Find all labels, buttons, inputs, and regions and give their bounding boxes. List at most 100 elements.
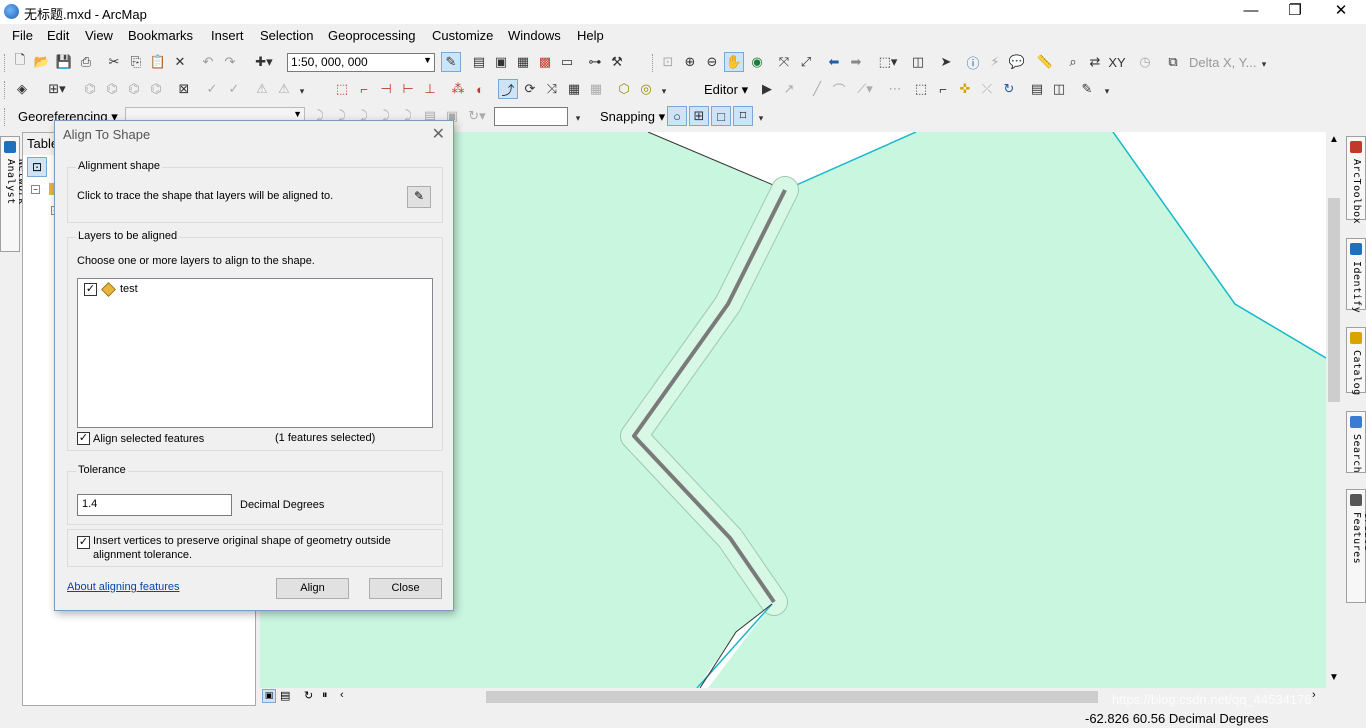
vertex-snapping-icon[interactable]: □ bbox=[711, 106, 731, 126]
new-document-icon[interactable]: 🗋 bbox=[10, 52, 30, 72]
editor-menu-button[interactable]: Editor ▾ bbox=[704, 82, 748, 98]
buffer-icon[interactable]: ◎ bbox=[636, 79, 656, 99]
edit-vertices-icon[interactable]: ⬚ bbox=[332, 79, 352, 99]
update-display-icon[interactable]: ↻▾ bbox=[464, 106, 490, 126]
extend-icon[interactable]: ⊢ bbox=[398, 79, 418, 99]
end-snapping-icon[interactable]: ⊞ bbox=[689, 106, 709, 126]
straight-segment-icon[interactable]: ╱ bbox=[807, 79, 827, 99]
delete-icon[interactable]: ✕ bbox=[170, 52, 190, 72]
python-window-icon[interactable]: ▭ bbox=[557, 52, 577, 72]
catalog-tab[interactable]: Catalog bbox=[1346, 327, 1366, 396]
dialog-close-icon[interactable]: ✕ bbox=[432, 124, 445, 144]
generalize-icon[interactable]: ⁂ bbox=[448, 79, 468, 99]
scroll-thumb[interactable] bbox=[486, 691, 1098, 703]
toolbar-overflow-icon[interactable]: ▾ bbox=[1101, 83, 1113, 99]
toolbar-grip[interactable] bbox=[4, 54, 7, 72]
topology-edit-icon[interactable]: ⌬ bbox=[102, 79, 122, 99]
paste-icon[interactable]: 📋 bbox=[148, 52, 168, 72]
trace-shape-button[interactable]: ✎ bbox=[407, 186, 431, 208]
split-line-icon[interactable]: ⊣ bbox=[376, 79, 396, 99]
modelbuilder-icon[interactable]: ⊶ bbox=[585, 52, 605, 72]
arctoolbox-icon[interactable]: ▩ bbox=[535, 52, 555, 72]
select-features-icon[interactable]: ⬚▾ bbox=[874, 52, 902, 72]
point-tool-icon[interactable]: ⋯ bbox=[885, 79, 905, 99]
align-to-shape-icon[interactable]: ⤴ bbox=[498, 79, 518, 99]
toolbar-grip[interactable] bbox=[652, 54, 655, 72]
scroll-down-icon[interactable]: ▼ bbox=[1329, 672, 1339, 683]
add-layer-icon[interactable]: ◈ bbox=[12, 79, 32, 99]
menu-edit[interactable]: Edit bbox=[47, 28, 69, 43]
pause-drawing-icon[interactable]: ⏸ bbox=[322, 689, 328, 702]
transform-icon[interactable]: ⤨ bbox=[542, 79, 562, 99]
toolbar-overflow-icon[interactable]: ▾ bbox=[658, 83, 670, 99]
network-analyst-tab[interactable]: Network Analyst bbox=[0, 136, 27, 252]
layout-view-icon[interactable]: ▤ bbox=[280, 689, 290, 702]
scroll-thumb[interactable] bbox=[1328, 198, 1340, 402]
expand-collapse-icon[interactable]: − bbox=[31, 185, 40, 194]
close-button[interactable]: Close bbox=[369, 578, 442, 599]
data-view-icon[interactable]: ▣ bbox=[262, 689, 276, 703]
create-features-tab[interactable]: Create Features bbox=[1346, 489, 1366, 603]
fixed-zoom-in-icon[interactable]: ⤧ bbox=[774, 52, 794, 72]
error-inspector-icon[interactable]: ⚠ bbox=[274, 79, 294, 99]
rotate-icon[interactable]: ⟳ bbox=[520, 79, 540, 99]
scroll-right-icon[interactable]: › bbox=[1312, 689, 1316, 701]
editor-toolbar-icon[interactable]: ✎ bbox=[441, 52, 461, 72]
toolbar-overflow-icon[interactable]: ▾ bbox=[755, 110, 767, 126]
zoom-out-icon[interactable]: ⊖ bbox=[702, 52, 722, 72]
grid-copy-icon[interactable]: ▦ bbox=[586, 79, 606, 99]
align-selected-checkbox[interactable]: ✓ bbox=[77, 432, 90, 445]
topology-error-icon[interactable]: ⊠ bbox=[174, 79, 194, 99]
print-icon[interactable]: ⎙ bbox=[76, 52, 96, 72]
about-aligning-link[interactable]: About aligning features bbox=[67, 581, 180, 593]
arctoolbox-tab[interactable]: ArcToolbox bbox=[1346, 136, 1366, 224]
find-route-icon[interactable]: ⇄ bbox=[1085, 52, 1105, 72]
create-features-window-icon[interactable]: ✎ bbox=[1077, 79, 1097, 99]
forward-arrow-icon[interactable]: ➡ bbox=[846, 52, 866, 72]
georef-entry-field[interactable] bbox=[494, 107, 568, 126]
menu-customize[interactable]: Customize bbox=[432, 28, 493, 43]
edit-vertices-tool-icon[interactable]: ⬚ bbox=[911, 79, 931, 99]
point-snapping-icon[interactable]: ○ bbox=[667, 106, 687, 126]
pan-hand-icon[interactable]: ✋ bbox=[724, 52, 744, 72]
identify-tab[interactable]: Identify bbox=[1346, 238, 1366, 313]
rotate-tool-icon[interactable]: ↻ bbox=[999, 79, 1019, 99]
align-button[interactable]: Align bbox=[276, 578, 349, 599]
layout-icon[interactable]: ⊞▾ bbox=[42, 79, 72, 99]
menu-bookmarks[interactable]: Bookmarks bbox=[128, 28, 193, 43]
measure-icon[interactable]: 📏 bbox=[1035, 52, 1055, 72]
scroll-left-icon[interactable]: ‹ bbox=[340, 689, 344, 701]
save-icon[interactable]: 💾 bbox=[54, 52, 74, 72]
scroll-up-icon[interactable]: ▲ bbox=[1329, 134, 1339, 145]
toolbar-grip[interactable] bbox=[4, 81, 7, 99]
copy-icon[interactable]: ⎘ bbox=[126, 52, 146, 72]
edge-snapping-icon[interactable]: ⌑ bbox=[733, 106, 753, 126]
fix-error-icon[interactable]: ⚠ bbox=[252, 79, 272, 99]
layer-checkbox[interactable]: ✓ bbox=[84, 283, 97, 296]
undo-icon[interactable]: ↶ bbox=[198, 52, 218, 72]
toolbar-overflow-icon[interactable]: ▾ bbox=[1258, 56, 1270, 72]
menu-geoprocessing[interactable]: Geoprocessing bbox=[328, 28, 415, 43]
hyperlink-icon[interactable]: ⚡ bbox=[985, 52, 1005, 72]
create-viewer-window-icon[interactable]: ⧉ bbox=[1163, 52, 1183, 72]
html-popup-icon[interactable]: 💬 bbox=[1007, 52, 1027, 72]
topology-vertex-icon[interactable]: ⌬ bbox=[124, 79, 144, 99]
menu-insert[interactable]: Insert bbox=[211, 28, 244, 43]
menu-file[interactable]: File bbox=[12, 28, 33, 43]
full-extent-globe-icon[interactable]: ◉ bbox=[747, 52, 767, 72]
search-window-icon[interactable]: ▦ bbox=[513, 52, 533, 72]
time-slider-icon[interactable]: ◷ bbox=[1135, 52, 1155, 72]
close-window-button[interactable]: ✕ bbox=[1318, 0, 1364, 24]
trim-icon[interactable]: ⊥ bbox=[420, 79, 440, 99]
minimize-button[interactable]: — bbox=[1228, 0, 1274, 24]
reshape-icon[interactable]: ⌐ bbox=[354, 79, 374, 99]
edit-annotation-icon[interactable]: ↗ bbox=[779, 79, 799, 99]
toolbar-overflow-icon[interactable]: ▾ bbox=[296, 83, 308, 99]
endpoint-arc-icon[interactable]: ⌒ bbox=[829, 79, 849, 99]
map-vertical-scrollbar[interactable]: ▲ ▼ bbox=[1326, 132, 1342, 688]
table-of-contents-icon[interactable]: ▤ bbox=[469, 52, 489, 72]
validate-extent-icon[interactable]: ✓ bbox=[224, 79, 244, 99]
topology-share-icon[interactable]: ⌬ bbox=[146, 79, 166, 99]
menu-selection[interactable]: Selection bbox=[260, 28, 313, 43]
sketch-properties-icon[interactable]: ◫ bbox=[1049, 79, 1069, 99]
